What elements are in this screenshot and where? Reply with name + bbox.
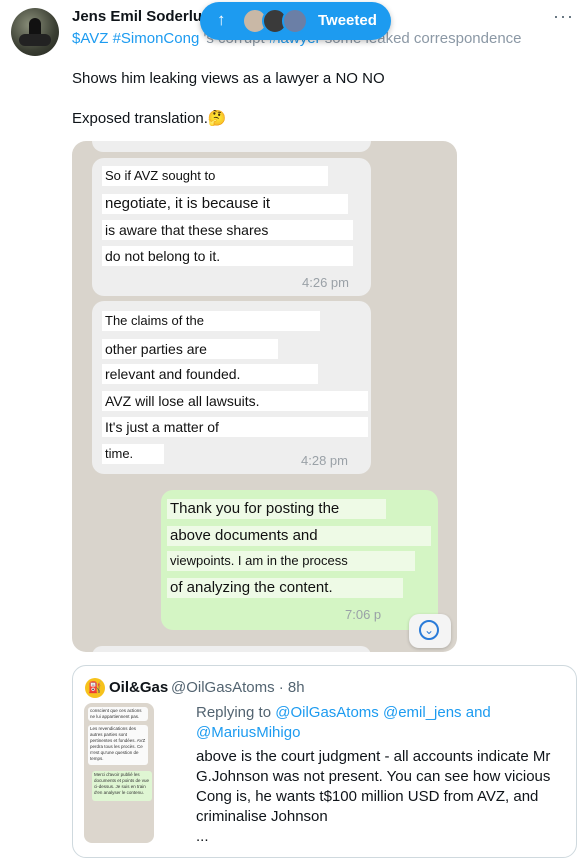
quoted-text-ellipsis: ... [196, 828, 209, 845]
more-options-icon[interactable]: ··· [553, 6, 574, 27]
quoted-text-line: G.Johnson was not present. You can see h… [196, 768, 551, 785]
tweet-image[interactable]: So if AVZ sought to negotiate, it is bec… [72, 141, 457, 652]
author-avatar[interactable] [11, 8, 59, 56]
motorbike-shape [19, 34, 51, 46]
chat-bubble-cut [92, 141, 371, 152]
quoted-replying-to-2: @MariusMihigo [196, 723, 300, 743]
thinking-face-emoji: 🤔 [207, 110, 227, 127]
quoted-author-handle: @OilGasAtoms · 8h [171, 679, 305, 696]
quoted-author-name: Oil&Gas [109, 679, 169, 696]
mention-links[interactable]: @OilGasAtoms @emil_jens and [275, 704, 491, 721]
quoted-replying-to: Replying to @OilGasAtoms @emil_jens and [196, 704, 491, 721]
quoted-text-line: above is the court judgment - all accoun… [196, 748, 551, 765]
arrow-up-icon: ↑ [217, 10, 226, 29]
quoted-tweet[interactable]: ⛽ Oil&Gas @OilGasAtoms · 8h conscient qu… [72, 665, 577, 858]
chevron-down-icon: ⌄ [419, 620, 439, 640]
chat-bubble-cut [92, 646, 371, 652]
chat-bubble-incoming: The claims of the other parties are rele… [92, 301, 371, 474]
tweet-line-2: Shows him leaking views as a lawyer a NO… [72, 70, 385, 87]
hashtag-link[interactable]: $AVZ #SimonCong [72, 30, 199, 47]
quoted-text-line: Cong is, he wants t$100 million USD from… [196, 788, 539, 805]
toast-avatar [282, 8, 308, 34]
quoted-text-line: criminalise Johnson [196, 808, 328, 825]
tweeted-label: Tweeted [318, 12, 377, 29]
tweet-line-3: Exposed translation.🤔 [72, 110, 227, 127]
scroll-down-button[interactable]: ⌄ [409, 614, 451, 648]
tweeted-toast[interactable]: ↑ Tweeted [200, 2, 391, 40]
quoted-avatar: ⛽ [85, 678, 105, 698]
chat-bubble-outgoing: Thank you for posting the above document… [161, 490, 438, 630]
author-name[interactable]: Jens Emil Soderlund [72, 8, 220, 25]
quoted-thumbnail: conscient que ces actions ne lui apparti… [84, 703, 154, 843]
chat-bubble-incoming: So if AVZ sought to negotiate, it is bec… [92, 158, 371, 296]
mention-link[interactable]: @MariusMihigo [196, 724, 300, 741]
